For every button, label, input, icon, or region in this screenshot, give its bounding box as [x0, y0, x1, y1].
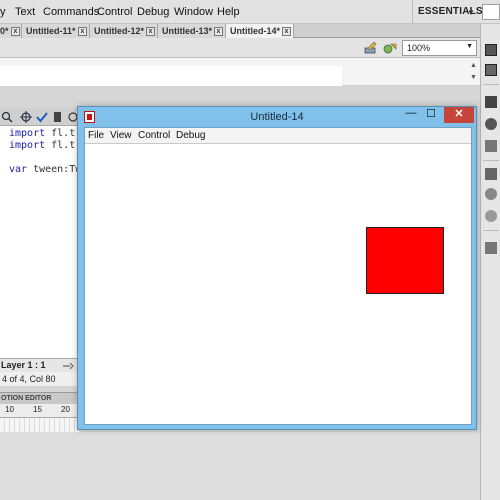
- pin-icon[interactable]: [62, 361, 74, 371]
- edit-bar: 100% ▼: [0, 38, 480, 58]
- ide-lower-panel: [0, 432, 480, 500]
- tab-label: Untitled-13*: [162, 26, 213, 36]
- tab-document[interactable]: 0* x: [0, 24, 22, 38]
- flash-player-window: Untitled-14 — ☐ ✕ File View Control Debu…: [77, 106, 477, 430]
- scroll-down-icon[interactable]: ▼: [470, 74, 477, 81]
- tab-label: Untitled-12*: [94, 26, 145, 36]
- line-status: 4 of 4, Col 80: [0, 372, 80, 386]
- menu-item-help[interactable]: Help: [217, 6, 240, 18]
- actions-toolbar: [0, 108, 80, 126]
- tab-label: Untitled-14*: [230, 26, 281, 36]
- player-menu-control[interactable]: Control: [138, 130, 170, 141]
- menu-item-debug[interactable]: Debug: [137, 6, 169, 18]
- transform-icon[interactable]: [485, 242, 497, 254]
- grid-icon[interactable]: [485, 44, 497, 56]
- menu-item-window[interactable]: Window: [174, 6, 213, 18]
- help-search-input[interactable]: [482, 4, 500, 20]
- color-icon[interactable]: [485, 188, 497, 200]
- menu-item[interactable]: y: [0, 6, 6, 18]
- ruler-number: 10: [5, 405, 14, 414]
- swatches-icon[interactable]: [485, 210, 497, 222]
- library-icon[interactable]: [485, 64, 497, 76]
- menu-item-commands[interactable]: Commands: [43, 6, 99, 18]
- cursor-position: 4 of 4, Col 80: [2, 374, 56, 384]
- maximize-button[interactable]: ☐: [420, 107, 442, 123]
- close-icon[interactable]: x: [214, 27, 223, 36]
- player-menu-view[interactable]: View: [110, 130, 132, 141]
- divider: [483, 230, 499, 231]
- player-titlebar[interactable]: Untitled-14 — ☐ ✕: [78, 107, 476, 127]
- menu-item-control[interactable]: Control: [97, 6, 132, 18]
- layer-label: Layer 1 : 1: [1, 360, 46, 370]
- right-panel-dock: [480, 24, 500, 500]
- close-icon[interactable]: x: [146, 27, 155, 36]
- divider: [483, 160, 499, 161]
- player-menu-debug[interactable]: Debug: [176, 130, 205, 141]
- code-keyword: import: [9, 128, 46, 139]
- chevron-down-icon[interactable]: ▼: [467, 8, 475, 17]
- tab-untitled-11[interactable]: Untitled-11* x: [22, 24, 90, 38]
- code-keyword: import: [9, 140, 46, 151]
- tab-label: Untitled-11*: [26, 26, 76, 36]
- document-tabbar: 0* x Untitled-11* x Untitled-12* x Untit…: [0, 24, 480, 38]
- code-editor[interactable]: import fl.tr import fl.tr var tween:Tw: [0, 126, 81, 358]
- player-stage: [85, 145, 471, 424]
- code-line: var tween:Tw: [9, 164, 81, 175]
- code-text: fl.tr: [45, 140, 82, 151]
- properties-icon[interactable]: [485, 96, 497, 108]
- menu-item-text[interactable]: Text: [15, 6, 35, 18]
- divider: [483, 84, 499, 85]
- code-keyword: var: [9, 164, 28, 175]
- player-menubar: File View Control Debug: [85, 128, 471, 144]
- stage-canvas: [0, 66, 342, 86]
- align-icon[interactable]: [485, 140, 497, 152]
- edit-symbols-icon[interactable]: [383, 41, 397, 55]
- components-icon[interactable]: [485, 168, 497, 180]
- code-line: import fl.tr: [9, 140, 81, 151]
- zoom-select[interactable]: 100% ▼: [402, 40, 477, 56]
- code-text: fl.tr: [45, 128, 82, 139]
- tab-untitled-14[interactable]: Untitled-14* x: [226, 24, 294, 38]
- zoom-value: 100%: [407, 43, 431, 53]
- info-icon[interactable]: [485, 118, 497, 130]
- player-menu-file[interactable]: File: [88, 130, 104, 141]
- timeline-frames[interactable]: [0, 418, 80, 432]
- check-syntax-icon[interactable]: [36, 111, 48, 123]
- tab-motion-editor[interactable]: OTION EDITOR: [0, 392, 80, 404]
- layer-status: Layer 1 : 1: [0, 358, 80, 372]
- code-text: tween:Tw: [27, 164, 82, 175]
- tab-untitled-12[interactable]: Untitled-12* x: [90, 24, 158, 38]
- close-icon[interactable]: x: [78, 27, 87, 36]
- ruler-number: 15: [33, 405, 42, 414]
- close-icon[interactable]: x: [11, 27, 20, 36]
- edit-scene-icon[interactable]: [364, 41, 378, 55]
- ruler-number: 20: [61, 405, 70, 414]
- close-button[interactable]: ✕: [444, 107, 474, 123]
- timeline-ruler: 10 15 20: [0, 404, 80, 418]
- format-code-icon[interactable]: [52, 111, 64, 123]
- search-icon[interactable]: [1, 111, 13, 123]
- red-box: [366, 227, 444, 294]
- close-icon[interactable]: x: [282, 27, 291, 36]
- code-line: import fl.tr: [9, 128, 81, 139]
- player-client: File View Control Debug: [84, 127, 472, 425]
- tab-label: 0*: [0, 26, 9, 36]
- ide-menubar: y Text Commands Control Debug Window Hel…: [0, 0, 500, 24]
- scroll-up-icon[interactable]: ▲: [470, 62, 477, 69]
- chevron-down-icon: ▼: [466, 43, 473, 50]
- tab-untitled-13[interactable]: Untitled-13* x: [158, 24, 226, 38]
- target-icon[interactable]: [20, 111, 32, 123]
- motion-tab-label: OTION EDITOR: [1, 395, 52, 402]
- minimize-button[interactable]: —: [400, 107, 422, 123]
